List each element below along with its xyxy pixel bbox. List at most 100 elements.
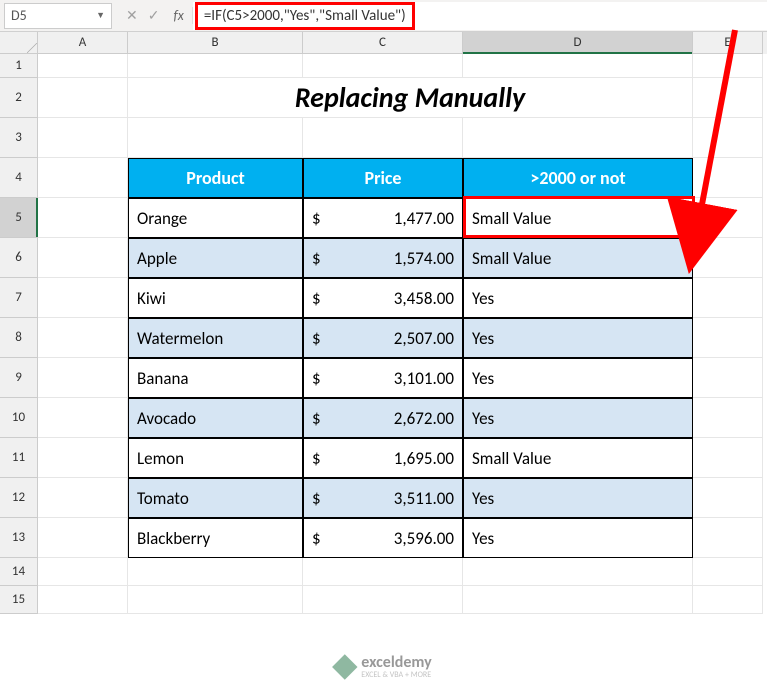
col-header-B[interactable]: B [128,32,303,54]
cell-A13[interactable] [38,518,128,558]
cell-product-9[interactable]: Banana [128,358,303,398]
row-header-7[interactable]: 7 [0,278,38,318]
header-check[interactable]: >2000 or not [463,158,693,198]
cell-A14[interactable] [38,558,128,586]
cell-A6[interactable] [38,238,128,278]
cell-price-12[interactable]: $3,511.00 [303,478,463,518]
formula-input[interactable]: =IF(C5>2000,"Yes","Small Value") [195,2,415,30]
cell-C1[interactable] [303,54,463,78]
cell-product-12[interactable]: Tomato [128,478,303,518]
row-header-12[interactable]: 12 [0,478,38,518]
name-box-dropdown-icon[interactable]: ▼ [96,10,105,21]
row-header-1[interactable]: 1 [0,54,38,78]
cell-B15[interactable] [128,586,303,614]
sheet-title[interactable]: Replacing Manually [128,78,693,118]
cell-E14[interactable] [693,558,763,586]
cell-E9[interactable] [693,358,763,398]
cell-E8[interactable] [693,318,763,358]
cell-price-11[interactable]: $1,695.00 [303,438,463,478]
cell-price-9[interactable]: $3,101.00 [303,358,463,398]
row-header-9[interactable]: 9 [0,358,38,398]
select-all-triangle[interactable] [0,32,38,54]
cell-check-12[interactable]: Yes [463,478,693,518]
header-price[interactable]: Price [303,158,463,198]
name-box[interactable]: D5 ▼ [4,3,112,29]
row-header-4[interactable]: 4 [0,158,38,198]
cell-check-11[interactable]: Small Value [463,438,693,478]
cell-E11[interactable] [693,438,763,478]
cell-check-8[interactable]: Yes [463,318,693,358]
cell-B3[interactable] [128,118,303,158]
enter-icon[interactable]: ✓ [148,7,160,24]
row-header-3[interactable]: 3 [0,118,38,158]
cell-check-7[interactable]: Yes [463,278,693,318]
cell-check-13[interactable]: Yes [463,518,693,558]
row-header-6[interactable]: 6 [0,238,38,278]
cell-check-10[interactable]: Yes [463,398,693,438]
cell-price-7[interactable]: $3,458.00 [303,278,463,318]
col-header-E[interactable]: E [693,32,763,54]
cell-product-11[interactable]: Lemon [128,438,303,478]
cell-price-6[interactable]: $1,574.00 [303,238,463,278]
cell-E1[interactable] [693,54,763,78]
cell-price-5[interactable]: $1,477.00 [303,198,463,238]
cell-A15[interactable] [38,586,128,614]
cell-B1[interactable] [128,54,303,78]
header-product[interactable]: Product [128,158,303,198]
col-header-A[interactable]: A [38,32,128,54]
cell-C14[interactable] [303,558,463,586]
cell-A3[interactable] [38,118,128,158]
cell-E15[interactable] [693,586,763,614]
cell-A9[interactable] [38,358,128,398]
cell-E10[interactable] [693,398,763,438]
cell-D1[interactable] [463,54,693,78]
cell-B14[interactable] [128,558,303,586]
cell-price-13[interactable]: $3,596.00 [303,518,463,558]
cell-A1[interactable] [38,54,128,78]
cell-E6[interactable] [693,238,763,278]
cell-D15[interactable] [463,586,693,614]
row-header-5[interactable]: 5 [0,198,38,238]
row-header-15[interactable]: 15 [0,586,38,614]
row-header-8[interactable]: 8 [0,318,38,358]
cell-product-5[interactable]: Orange [128,198,303,238]
row-header-11[interactable]: 11 [0,438,38,478]
cell-check-6[interactable]: Small Value [463,238,693,278]
row-header-2[interactable]: 2 [0,78,38,118]
fx-icon[interactable]: fx [169,7,192,24]
cell-check-5[interactable]: Small Value [463,198,693,238]
cell-product-6[interactable]: Apple [128,238,303,278]
row-header-13[interactable]: 13 [0,518,38,558]
cell-A12[interactable] [38,478,128,518]
cell-check-9[interactable]: Yes [463,358,693,398]
cell-price-8[interactable]: $2,507.00 [303,318,463,358]
cancel-icon[interactable]: ✕ [126,7,138,24]
row-header-14[interactable]: 14 [0,558,38,586]
cell-A10[interactable] [38,398,128,438]
cell-E4[interactable] [693,158,763,198]
cell-A5[interactable] [38,198,128,238]
cell-price-10[interactable]: $2,672.00 [303,398,463,438]
formula-input-wrap[interactable]: =IF(C5>2000,"Yes","Small Value") [193,2,767,30]
cell-D3[interactable] [463,118,693,158]
cell-E2[interactable] [693,78,763,118]
cell-product-8[interactable]: Watermelon [128,318,303,358]
cell-A4[interactable] [38,158,128,198]
row-header-10[interactable]: 10 [0,398,38,438]
cell-D14[interactable] [463,558,693,586]
cell-E12[interactable] [693,478,763,518]
cell-C3[interactable] [303,118,463,158]
cell-C15[interactable] [303,586,463,614]
cell-product-10[interactable]: Avocado [128,398,303,438]
col-header-D[interactable]: D [463,32,693,54]
cell-E5[interactable] [693,198,763,238]
cell-E7[interactable] [693,278,763,318]
cell-A11[interactable] [38,438,128,478]
cell-product-7[interactable]: Kiwi [128,278,303,318]
cell-A2[interactable] [38,78,128,118]
cell-E13[interactable] [693,518,763,558]
cell-product-13[interactable]: Blackberry [128,518,303,558]
col-header-C[interactable]: C [303,32,463,54]
cell-A8[interactable] [38,318,128,358]
cell-A7[interactable] [38,278,128,318]
